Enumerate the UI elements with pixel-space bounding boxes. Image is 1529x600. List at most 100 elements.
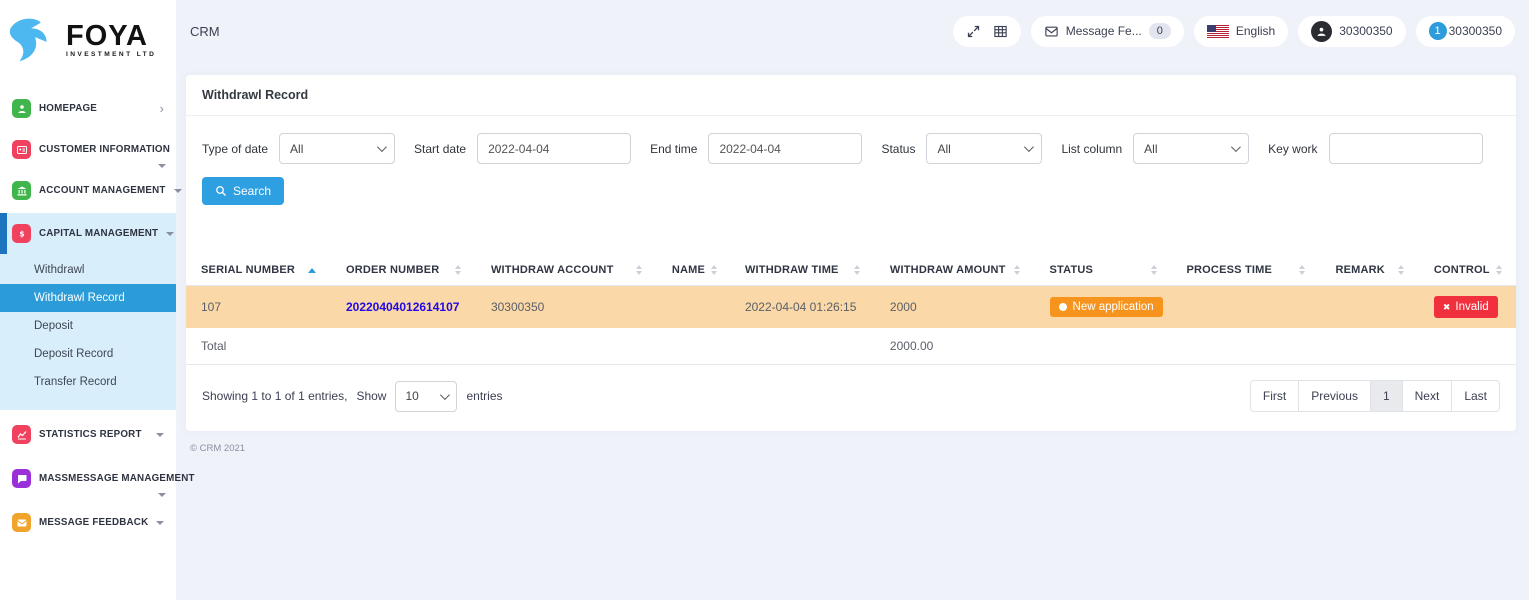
message-feedback-pill[interactable]: Message Fe... 0 bbox=[1031, 16, 1184, 47]
chevron-down-icon bbox=[377, 142, 387, 152]
table-row: 107 20220404012614107 30300350 2022-04-0… bbox=[186, 286, 1516, 329]
brand-subtitle: INVESTMENT LTD bbox=[66, 51, 156, 58]
column-header-serial-number[interactable]: SERIAL NUMBER bbox=[186, 255, 331, 286]
chat-icon bbox=[12, 469, 31, 488]
key-work-label: Key work bbox=[1268, 142, 1317, 156]
withdraw-records-table: SERIAL NUMBER ORDER NUMBER WITHDRAW ACCO… bbox=[186, 255, 1516, 365]
sort-icon bbox=[1496, 265, 1502, 275]
type-of-date-label: Type of date bbox=[202, 142, 268, 156]
page-content: Withdrawl Record Type of date All Start … bbox=[176, 62, 1529, 600]
pager-buttons: First Previous 1 Next Last bbox=[1251, 380, 1500, 412]
page-size-value: 10 bbox=[405, 389, 418, 403]
filter-panel: Type of date All Start date End time bbox=[186, 116, 1516, 222]
sidebar-item-capital-management[interactable]: $ CAPITAL MANAGEMENT bbox=[0, 213, 176, 254]
filter-start-date: Start date bbox=[414, 133, 631, 164]
chevron-down-icon bbox=[158, 493, 166, 497]
show-label: Show bbox=[356, 389, 386, 403]
table-grid-icon[interactable] bbox=[993, 24, 1008, 39]
sidebar-nav: HOMEPAGE › CUSTOMER INFORMATION ACCOUNT … bbox=[0, 80, 176, 543]
chevron-down-icon bbox=[166, 232, 174, 236]
sidebar-subitem-deposit[interactable]: Deposit bbox=[0, 312, 176, 340]
filter-key-work: Key work bbox=[1268, 133, 1482, 164]
sidebar-item-label: STATISTICS REPORT bbox=[39, 429, 142, 440]
sidebar-item-account-management[interactable]: ACCOUNT MANAGEMENT bbox=[0, 170, 176, 211]
sidebar-subitem-withdrawl[interactable]: Withdrawl bbox=[0, 256, 176, 284]
table-header-row: SERIAL NUMBER ORDER NUMBER WITHDRAW ACCO… bbox=[186, 255, 1516, 286]
search-button-label: Search bbox=[233, 184, 271, 198]
us-flag-icon bbox=[1207, 25, 1229, 38]
user-pill[interactable]: 30300350 bbox=[1298, 16, 1405, 47]
filter-list-column: List column All bbox=[1061, 133, 1249, 164]
sidebar-item-massmessage-management[interactable]: MASSMESSAGE MANAGEMENT bbox=[0, 458, 176, 499]
list-column-value: All bbox=[1144, 142, 1157, 156]
sidebar-subitem-transfer-record[interactable]: Transfer Record bbox=[0, 368, 176, 396]
logo-text: FOYA INVESTMENT LTD bbox=[66, 23, 156, 58]
cell-serial-number: 107 bbox=[186, 286, 331, 329]
cell-withdraw-account: 30300350 bbox=[476, 286, 657, 329]
cell-withdraw-time: 2022-04-04 01:26:15 bbox=[730, 286, 875, 329]
sidebar-subitem-deposit-record[interactable]: Deposit Record bbox=[0, 340, 176, 368]
logo[interactable]: FOYA INVESTMENT LTD bbox=[0, 0, 176, 80]
cell-remark bbox=[1320, 286, 1418, 329]
capital-management-section: $ CAPITAL MANAGEMENT Withdrawl Withdrawl… bbox=[0, 213, 176, 410]
entries-label: entries bbox=[466, 389, 502, 403]
first-page-button[interactable]: First bbox=[1250, 380, 1299, 412]
fullscreen-icon[interactable] bbox=[966, 24, 981, 39]
bank-icon bbox=[12, 181, 31, 200]
column-header-withdraw-account[interactable]: WITHDRAW ACCOUNT bbox=[476, 255, 657, 286]
key-work-input[interactable] bbox=[1329, 133, 1483, 164]
type-of-date-select[interactable]: All bbox=[279, 133, 395, 164]
last-page-button[interactable]: Last bbox=[1451, 380, 1500, 412]
end-time-input[interactable] bbox=[708, 133, 862, 164]
language-pill[interactable]: English bbox=[1194, 16, 1288, 47]
sidebar-item-label: CAPITAL MANAGEMENT bbox=[39, 228, 158, 239]
x-icon: ✖ bbox=[1443, 303, 1451, 312]
sidebar-item-message-feedback[interactable]: MESSAGE FEEDBACK bbox=[0, 502, 176, 543]
column-header-withdraw-time[interactable]: WITHDRAW TIME bbox=[730, 255, 875, 286]
start-date-input[interactable] bbox=[477, 133, 631, 164]
user-id-label: 30300350 bbox=[1339, 24, 1392, 38]
next-page-button[interactable]: Next bbox=[1402, 380, 1453, 412]
notification-pill[interactable]: 1 30300350 bbox=[1416, 16, 1515, 47]
sort-icon bbox=[455, 265, 461, 275]
column-header-name[interactable]: NAME bbox=[657, 255, 730, 286]
list-column-select[interactable]: All bbox=[1133, 133, 1249, 164]
sidebar-item-customer-information[interactable]: CUSTOMER INFORMATION bbox=[0, 129, 176, 170]
sidebar-item-homepage[interactable]: HOMEPAGE › bbox=[0, 88, 176, 129]
status-dot-icon bbox=[1059, 303, 1067, 311]
list-column-label: List column bbox=[1061, 142, 1122, 156]
app-root: FOYA INVESTMENT LTD HOMEPAGE › CUSTOMER … bbox=[0, 0, 1529, 600]
column-header-status[interactable]: STATUS bbox=[1035, 255, 1172, 286]
column-header-control[interactable]: CONTROL bbox=[1419, 255, 1516, 286]
showing-text: Showing 1 to 1 of 1 entries, bbox=[202, 389, 347, 403]
dollar-icon: $ bbox=[12, 224, 31, 243]
status-label: Status bbox=[881, 142, 915, 156]
envelope-icon bbox=[1044, 24, 1059, 39]
total-amount: 2000.00 bbox=[875, 328, 1035, 365]
filter-status: Status All bbox=[881, 133, 1042, 164]
column-header-remark[interactable]: REMARK bbox=[1320, 255, 1418, 286]
status-select[interactable]: All bbox=[926, 133, 1042, 164]
brand-name: FOYA bbox=[66, 23, 156, 49]
column-header-process-time[interactable]: PROCESS TIME bbox=[1172, 255, 1321, 286]
copyright-text: © CRM 2021 bbox=[186, 431, 1516, 466]
sort-icon bbox=[711, 265, 717, 275]
search-button[interactable]: Search bbox=[202, 177, 284, 205]
order-number-link[interactable]: 20220404012614107 bbox=[346, 300, 459, 314]
column-header-order-number[interactable]: ORDER NUMBER bbox=[331, 255, 476, 286]
status-value: All bbox=[937, 142, 950, 156]
sort-icon bbox=[1398, 265, 1404, 275]
chevron-down-icon bbox=[158, 164, 166, 168]
previous-page-button[interactable]: Previous bbox=[1298, 380, 1371, 412]
notification-count-badge: 1 bbox=[1429, 22, 1447, 40]
sort-icon bbox=[1014, 265, 1020, 275]
sidebar-subitem-withdrawl-record[interactable]: Withdrawl Record bbox=[0, 284, 176, 312]
column-header-withdraw-amount[interactable]: WITHDRAW AMOUNT bbox=[875, 255, 1035, 286]
notification-user-label: 30300350 bbox=[1449, 24, 1502, 38]
page-size-select[interactable]: 10 bbox=[395, 381, 457, 412]
sort-icon bbox=[636, 265, 642, 275]
chevron-down-icon bbox=[1024, 142, 1034, 152]
invalid-button[interactable]: ✖Invalid bbox=[1434, 296, 1498, 318]
page-number-button[interactable]: 1 bbox=[1370, 380, 1403, 412]
sidebar-item-statistics-report[interactable]: STATISTICS REPORT bbox=[0, 414, 176, 455]
